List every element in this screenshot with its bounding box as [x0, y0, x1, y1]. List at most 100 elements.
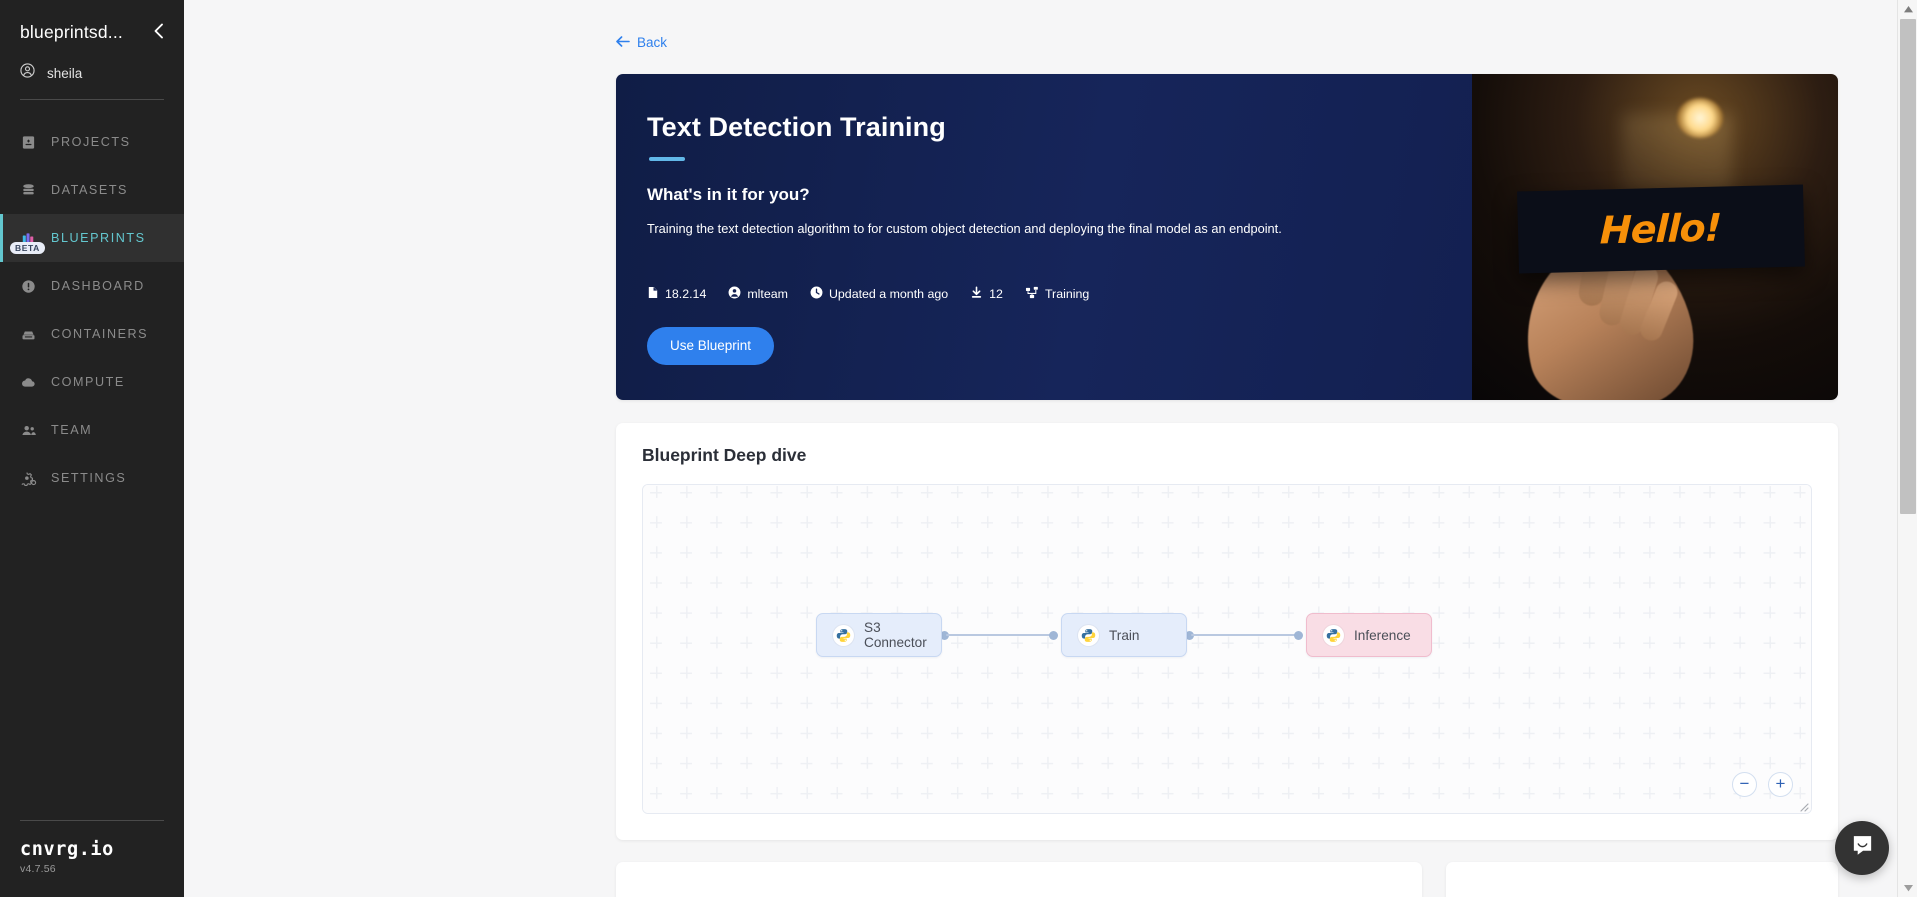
flow-edge[interactable] — [946, 633, 1050, 636]
chevron-left-icon[interactable] — [147, 23, 164, 42]
python-icon — [1323, 624, 1344, 646]
title-underline-rule — [649, 157, 685, 161]
canvas-zoom-controls: − + — [1732, 772, 1793, 797]
meta-label: 18.2.14 — [665, 286, 707, 301]
hello-sign-card: Hello! — [1517, 184, 1805, 274]
sidebar-item-label: BLUEPRINTS — [51, 231, 146, 245]
bottom-card-right[interactable] — [1446, 862, 1838, 897]
page-content: Text Detection Training What's in it for… — [616, 74, 1838, 897]
flow-node-train[interactable]: Train — [1061, 613, 1187, 657]
user-circle-icon — [20, 63, 35, 83]
sidebar-item-dashboard[interactable]: DASHBOARD — [0, 262, 184, 310]
hero-text-panel: Text Detection Training What's in it for… — [616, 74, 1472, 400]
blueprint-hero-card: Text Detection Training What's in it for… — [616, 74, 1838, 400]
sidebar-item-label: SETTINGS — [51, 471, 127, 485]
sidebar: blueprintsd... sheila PROJECTS DATASETS … — [0, 0, 184, 897]
app-version: v4.7.56 — [20, 863, 56, 875]
scrollbar-thumb[interactable] — [1900, 19, 1916, 514]
brand-logo: cnvrg.io — [20, 839, 114, 860]
sidebar-item-label: CONTAINERS — [51, 327, 149, 341]
main-inner: Back Text Detection Training What's in i… — [184, 0, 1917, 897]
sidebar-item-team[interactable]: TEAM — [0, 406, 184, 454]
page-title: Text Detection Training — [647, 112, 946, 142]
flow-icon — [1025, 286, 1039, 302]
beta-badge: BETA — [10, 242, 45, 255]
projects-book-icon — [20, 134, 37, 151]
dashboard-icon — [20, 278, 37, 295]
meta-author: mlteam — [728, 286, 788, 302]
flow-graph: S3 Connector Train Inference — [643, 485, 1811, 813]
use-blueprint-button[interactable]: Use Blueprint — [647, 326, 775, 365]
bottom-card-left[interactable] — [616, 862, 1422, 897]
zoom-in-button[interactable]: + — [1768, 772, 1793, 797]
main-content: Back Text Detection Training What's in i… — [184, 0, 1917, 897]
meta-version: 18.2.14 — [647, 286, 706, 302]
back-button[interactable]: Back — [616, 35, 667, 50]
sidebar-divider — [20, 99, 164, 100]
blueprint-deep-dive-card: Blueprint Deep dive S3 Connector Train I… — [616, 423, 1838, 840]
meta-label: Updated a month ago — [828, 286, 949, 301]
file-icon — [647, 286, 659, 302]
sidebar-item-blueprints[interactable]: BLUEPRINTS BETA — [0, 214, 184, 262]
sidebar-item-containers[interactable]: CONTAINERS — [0, 310, 184, 358]
database-icon — [20, 182, 37, 199]
user-icon — [728, 286, 741, 302]
app-root: blueprintsd... sheila PROJECTS DATASETS … — [0, 0, 1917, 897]
flow-node-s3-connector[interactable]: S3 Connector — [816, 613, 942, 657]
resize-handle-icon[interactable] — [1796, 799, 1809, 812]
flow-node-label: S3 Connector — [864, 620, 927, 650]
sidebar-item-label: DATASETS — [51, 183, 129, 197]
hello-sign-text: Hello! — [1599, 205, 1723, 253]
sidebar-item-settings[interactable]: SETTINGS — [0, 454, 184, 502]
sidebar-footer: cnvrg.io v4.7.56 — [0, 820, 184, 897]
sidebar-item-compute[interactable]: COMPUTE — [0, 358, 184, 406]
scroll-down-arrow-icon[interactable] — [1898, 879, 1917, 897]
intercom-chat-launcher[interactable] — [1835, 821, 1889, 875]
flow-node-label: Train — [1109, 627, 1140, 643]
sidebar-header: blueprintsd... sheila — [0, 0, 184, 100]
team-people-icon — [20, 422, 37, 439]
sidebar-org-name[interactable]: blueprintsd... — [20, 22, 123, 43]
sidebar-footer-divider — [20, 820, 164, 821]
python-icon — [1078, 624, 1099, 646]
arrow-left-icon — [616, 35, 630, 50]
hero-meta-row: 18.2.14 mlteam Updated a month ago 12 Tr… — [647, 286, 1472, 302]
python-icon — [833, 624, 854, 646]
hero-subtitle: What's in it for you? — [647, 184, 810, 204]
page-scrollbar[interactable] — [1897, 0, 1917, 897]
sidebar-nav: PROJECTS DATASETS BLUEPRINTS BETA DASHBO… — [0, 118, 184, 502]
gear-icon — [20, 470, 37, 487]
scroll-up-arrow-icon[interactable] — [1898, 0, 1917, 18]
sidebar-user-name: sheila — [47, 65, 83, 81]
flow-node-inference[interactable]: Inference — [1306, 613, 1432, 657]
clock-icon — [810, 286, 823, 302]
hello-sign-photo: Hello! — [1472, 74, 1838, 400]
meta-label: Training — [1044, 286, 1090, 301]
zoom-out-button[interactable]: − — [1732, 772, 1757, 797]
hero-description: Training the text detection algorithm to… — [647, 220, 1282, 236]
sidebar-item-projects[interactable]: PROJECTS — [0, 118, 184, 166]
sidebar-item-label: PROJECTS — [51, 135, 131, 149]
bokeh-light — [1677, 98, 1723, 138]
cloud-icon — [20, 374, 37, 391]
flow-edge[interactable] — [1191, 633, 1295, 636]
node-port-in[interactable] — [1294, 630, 1303, 640]
meta-label: 12 — [989, 286, 1003, 301]
bottom-cards-row — [616, 862, 1838, 897]
node-port-in[interactable] — [1049, 630, 1058, 640]
flow-canvas[interactable]: S3 Connector Train Inference − + — [642, 484, 1812, 814]
back-label: Back — [637, 35, 668, 50]
meta-label: mlteam — [747, 286, 788, 301]
chat-bubble-icon — [1850, 833, 1875, 863]
sidebar-user[interactable]: sheila — [20, 63, 164, 83]
meta-downloads: 12 — [970, 286, 1003, 302]
meta-task-type: Training — [1025, 286, 1089, 302]
sidebar-item-label: COMPUTE — [51, 375, 125, 389]
sidebar-item-datasets[interactable]: DATASETS — [0, 166, 184, 214]
sidebar-item-label: TEAM — [51, 423, 93, 437]
flow-node-label: Inference — [1354, 627, 1411, 643]
containers-icon — [20, 326, 37, 343]
sidebar-org-row: blueprintsd... — [20, 22, 164, 43]
deep-dive-title: Blueprint Deep dive — [642, 445, 807, 465]
download-icon — [970, 286, 983, 302]
